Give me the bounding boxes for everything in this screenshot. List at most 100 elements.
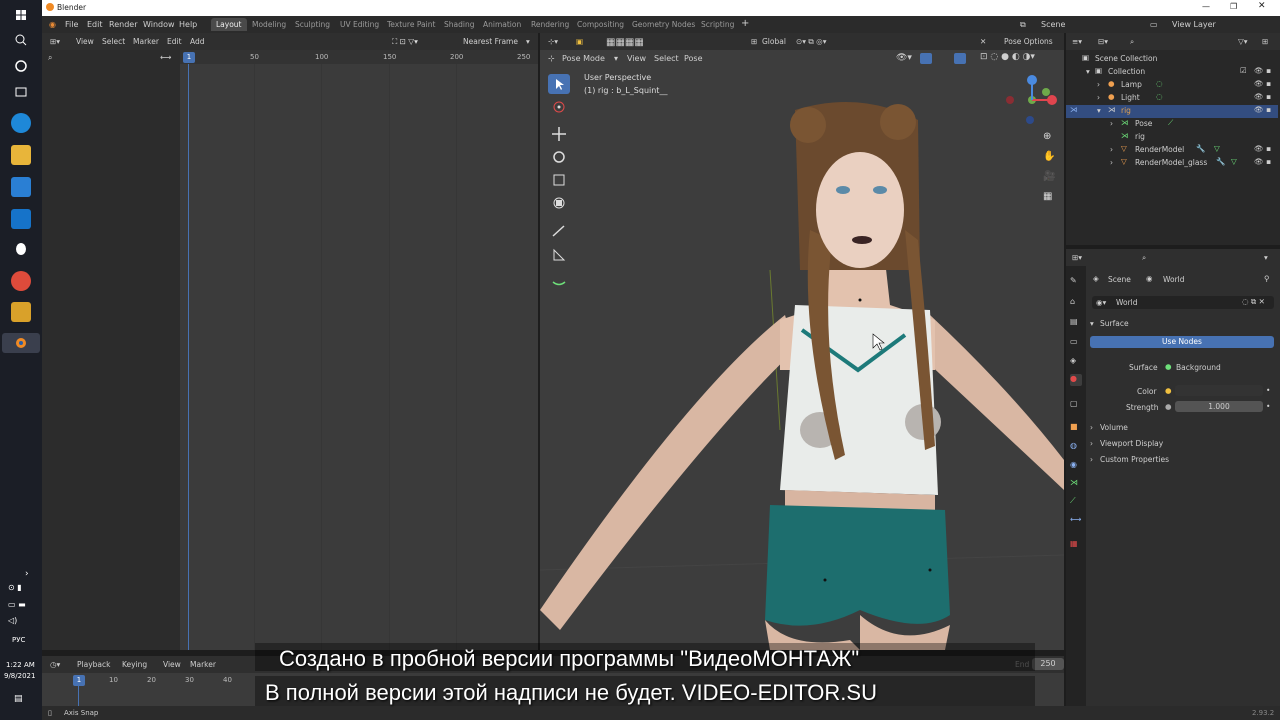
timeline-menu-playback[interactable]: Playback [77, 660, 110, 669]
scale-tool-button[interactable] [548, 170, 570, 190]
tab-texture-paint[interactable]: Texture Paint [382, 18, 440, 31]
hand-pan-icon[interactable]: ✋ [1043, 151, 1055, 162]
chevron-right-icon[interactable]: › [1097, 80, 1100, 89]
camera-icon[interactable]: ▪ [1266, 92, 1271, 101]
move-tool-button[interactable] [548, 124, 570, 144]
language-indicator[interactable]: РУС [12, 636, 25, 644]
zoom-icon[interactable]: ⊕ [1043, 131, 1051, 142]
eye-icon[interactable]: 👁 [1254, 92, 1264, 101]
pivot-icon[interactable]: ⊙▾ ⧉ ◎▾ [796, 37, 826, 47]
windows-start-icon[interactable] [11, 5, 31, 25]
current-frame-indicator[interactable]: 1 [73, 675, 85, 686]
timeline-menu-add[interactable]: Add [190, 37, 205, 46]
eye-icon[interactable]: 👁 [1254, 105, 1264, 114]
tab-compositing[interactable]: Compositing [572, 18, 629, 31]
camera-icon[interactable]: ▪ [1266, 144, 1271, 153]
camera-icon[interactable]: ▪ [1266, 79, 1271, 88]
camera-icon[interactable]: ▪ [1266, 157, 1271, 166]
chevron-down-icon[interactable]: ▾ [1264, 253, 1268, 262]
video-editor-icon[interactable] [11, 302, 31, 322]
outliner-row-rig[interactable]: ⋊ ▾ ⋊ rig 👁 ▪ [1066, 105, 1278, 118]
rotate-tool-button[interactable] [548, 147, 570, 167]
eye-icon[interactable]: 👁 [1254, 144, 1264, 153]
navigation-gizmo[interactable] [1002, 70, 1062, 130]
file-explorer-icon[interactable] [11, 145, 31, 165]
timeline-menu-marker[interactable]: Marker [133, 37, 159, 46]
chevron-right-icon[interactable]: › [1090, 455, 1093, 464]
section-volume[interactable]: Volume [1100, 423, 1128, 432]
grid-view-icon[interactable]: ▦ [1043, 191, 1052, 202]
display-mode-icon[interactable]: ⊟▾ [1098, 37, 1108, 46]
outliner-row-pose[interactable]: › ⋊ Pose ⟋ [1066, 118, 1278, 131]
tab-animation[interactable]: Animation [478, 18, 526, 31]
eye-icon[interactable]: 👁 [1254, 79, 1264, 88]
outliner-row-lamp[interactable]: › ● Lamp ◌ 👁 ▪ [1066, 79, 1278, 92]
measure-tool-button[interactable] [548, 245, 570, 265]
section-viewport-display[interactable]: Viewport Display [1100, 439, 1163, 448]
clock-date[interactable]: 9/8/2021 [4, 672, 35, 680]
channel-region[interactable]: ⌕ ⟷ [42, 50, 180, 650]
object-tab-icon[interactable]: ■ [1070, 422, 1082, 434]
outliner-row-rig-data[interactable]: ⋊ rig [1066, 131, 1278, 144]
editor-type-icon[interactable]: ⊞▾ [50, 37, 60, 46]
timeline-menu-marker[interactable]: Marker [190, 660, 216, 669]
view-layer-tab-icon[interactable]: ▭ [1070, 337, 1082, 349]
editor-type-icon[interactable]: ⊞▾ [1072, 253, 1082, 262]
store-icon[interactable] [11, 177, 31, 197]
breadcrumb-scene[interactable]: Scene [1108, 275, 1131, 284]
close-icon[interactable]: ✕ [1258, 1, 1266, 11]
tool-tab-icon[interactable]: ✎ [1070, 276, 1082, 288]
chevron-right-icon[interactable]: › [1090, 439, 1093, 448]
eye-icon[interactable]: 👁 [1254, 157, 1264, 166]
menu-render[interactable]: Render [109, 20, 137, 29]
menu-edit[interactable]: Edit [87, 20, 103, 29]
tab-modeling[interactable]: Modeling [247, 18, 291, 31]
current-frame-indicator[interactable]: 1 [183, 52, 195, 63]
world-selector[interactable]: ◉▾ World ◌ ⧉ ✕ [1092, 296, 1274, 309]
clock-icon[interactable]: ◷▾ [50, 660, 60, 669]
task-view-icon[interactable] [11, 82, 31, 102]
snap-mode-dropdown[interactable]: Nearest Frame [463, 37, 518, 46]
outliner-row-rendermodel[interactable]: › ▽ RenderModel 🔧 ▽ 👁 ▪ [1066, 144, 1278, 157]
chevron-right-icon[interactable]: › [1090, 423, 1093, 432]
tab-scripting[interactable]: Scripting [696, 18, 739, 31]
character-model[interactable] [540, 50, 1064, 650]
menu-window[interactable]: Window [143, 20, 175, 29]
use-nodes-button[interactable]: Use Nodes [1090, 336, 1274, 348]
chevron-right-icon[interactable]: › [1110, 119, 1113, 128]
clock-time[interactable]: 1:22 AM [6, 661, 35, 669]
alien-app-icon[interactable] [11, 240, 31, 260]
timeline-menu-edit[interactable]: Edit [167, 37, 182, 46]
chevron-down-icon[interactable]: ▾ [1086, 67, 1090, 76]
editor-type-icon[interactable]: ≡▾ [1072, 37, 1082, 46]
collection-tab-icon[interactable]: ▢ [1070, 399, 1082, 411]
section-custom-properties[interactable]: Custom Properties [1100, 455, 1169, 464]
tab-layout[interactable]: Layout [211, 18, 247, 31]
pose-tool-button[interactable] [548, 272, 570, 292]
checkbox-icon[interactable]: ☑ [1240, 66, 1247, 75]
minimize-icon[interactable]: — [1202, 2, 1210, 11]
close-icon[interactable]: ✕ [980, 37, 986, 46]
tab-rendering[interactable]: Rendering [526, 18, 574, 31]
chevron-down-icon[interactable]: ▾ [1097, 106, 1101, 115]
camera-icon[interactable]: ▪ [1266, 105, 1271, 114]
cortana-icon[interactable] [11, 56, 31, 76]
timeline-menu-keying[interactable]: Keying [122, 660, 147, 669]
viewport-3d[interactable]: ⊹ Pose Mode ▾ View Select Pose 👁▾ ⊡ ◌ ● … [540, 50, 1064, 650]
select-tool-button[interactable] [548, 74, 570, 94]
physics-tab-icon[interactable]: ◉ [1070, 460, 1082, 472]
tab-sculpting[interactable]: Sculpting [290, 18, 335, 31]
new-collection-icon[interactable]: ⊞ [1262, 37, 1268, 46]
end-frame-field[interactable]: 250 [1032, 658, 1064, 670]
timeline-region[interactable]: 1 50 100 150 200 250 [180, 50, 538, 650]
network-icon[interactable]: ▭ ▬ [8, 600, 26, 609]
tab-shading[interactable]: Shading [439, 18, 479, 31]
surface-value[interactable]: Background [1176, 363, 1221, 372]
transform-orientation-dropdown[interactable]: Global [762, 37, 786, 46]
breadcrumb-world[interactable]: World [1163, 275, 1185, 284]
blender-taskbar-icon[interactable] [2, 333, 40, 353]
pose-options-dropdown[interactable]: Pose Options [1004, 37, 1053, 46]
render-tab-icon[interactable]: ⌂ [1070, 297, 1082, 309]
view-layer-field[interactable]: View Layer [1172, 20, 1216, 29]
scene-tab-icon[interactable]: ◈ [1070, 356, 1082, 368]
